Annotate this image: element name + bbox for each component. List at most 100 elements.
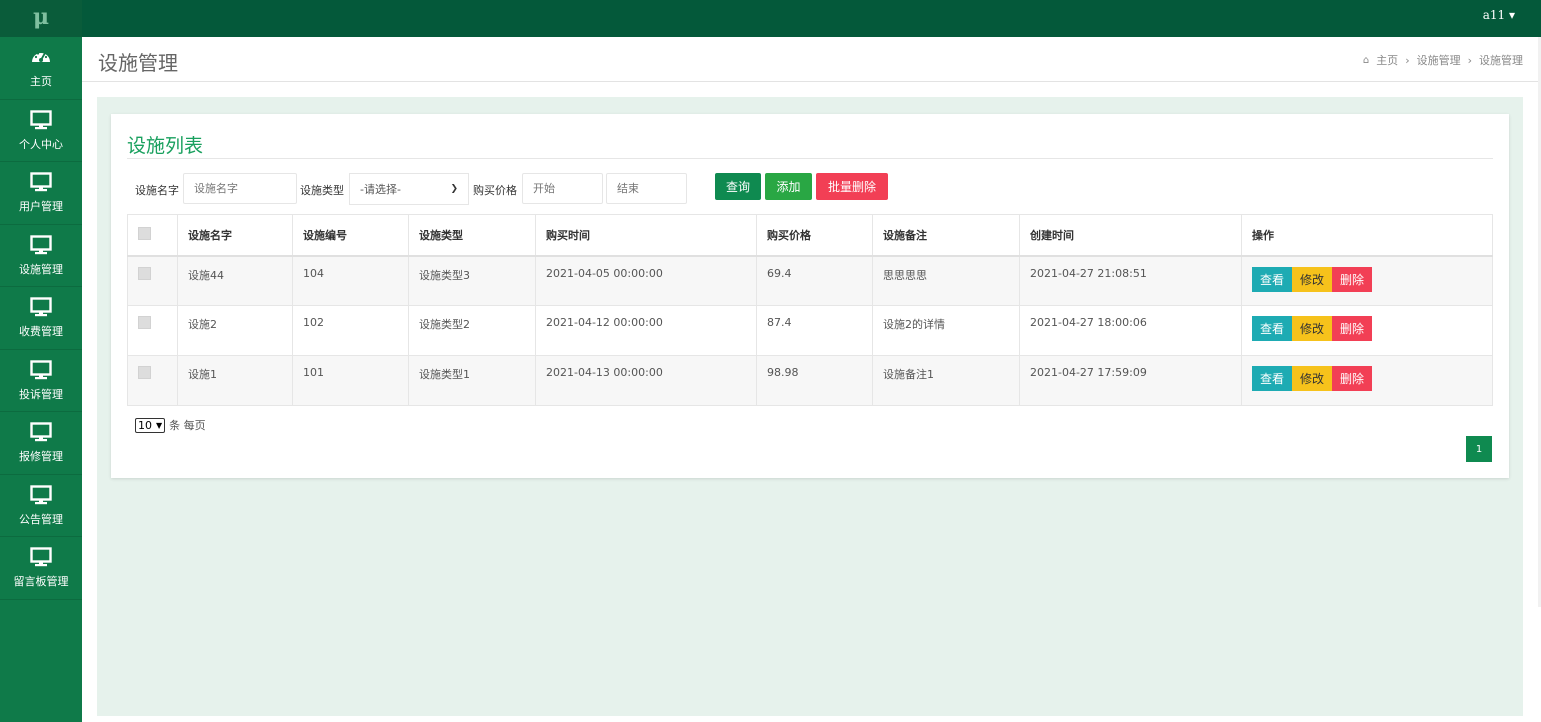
- sidebar-item[interactable]: 设施管理: [0, 225, 82, 287]
- table-header-row: 设施名字 设施编号 设施类型 购买时间 购买价格 设施备注 创建时间 操作: [127, 214, 1493, 257]
- monitor-icon: [30, 171, 52, 193]
- batch-delete-button[interactable]: 批量删除: [816, 173, 888, 200]
- chevron-down-icon: ❯: [450, 184, 458, 194]
- page-size-select[interactable]: 10 ▼: [135, 417, 166, 433]
- table-cell: 2021-04-05 00:00:00: [535, 255, 757, 306]
- dashboard-icon: [30, 46, 52, 68]
- table-row: 设施44 104 设施类型3 2021-04-05 00:00:00 69.4 思思思思 2…: [127, 255, 1493, 306]
- page-size-value: 10: [138, 418, 152, 432]
- row-checkbox[interactable]: [138, 366, 151, 379]
- sidebar-item-label: 个人中心: [19, 137, 63, 151]
- sidebar-item[interactable]: 主页: [0, 37, 82, 100]
- delete-button[interactable]: 删除: [1332, 266, 1373, 292]
- table-cell: 2021-04-27 18:00:06: [1019, 305, 1242, 356]
- view-button[interactable]: 查看: [1252, 366, 1293, 391]
- topbar: a11 ▾: [82, 0, 1541, 37]
- price-end-input[interactable]: [606, 173, 687, 204]
- divider: [127, 158, 1493, 159]
- select-all-cell: [127, 214, 178, 257]
- sidebar-item-label: 留言板管理: [13, 575, 69, 589]
- sidebar-item[interactable]: 报修管理: [0, 412, 82, 475]
- table-cell: 设施类型2: [408, 305, 536, 356]
- table-cell: 设施2: [177, 305, 293, 356]
- column-header: 设施名字: [177, 214, 293, 257]
- price-start-input[interactable]: [522, 173, 603, 204]
- edit-button[interactable]: 修改: [1292, 266, 1333, 292]
- delete-button[interactable]: 删除: [1332, 316, 1373, 341]
- sidebar-item[interactable]: 个人中心: [0, 100, 82, 162]
- add-button[interactable]: 添加: [765, 173, 812, 200]
- breadcrumb-home[interactable]: 主页: [1376, 52, 1398, 68]
- delete-button[interactable]: 删除: [1332, 366, 1373, 391]
- actions-cell: 查看 修改 删除: [1241, 355, 1493, 406]
- sidebar-item-label: 设施管理: [19, 262, 63, 276]
- row-checkbox[interactable]: [138, 316, 151, 329]
- facility-table: 设施名字 设施编号 设施类型 购买时间 购买价格 设施备注 创建时间 操作 设施…: [127, 214, 1493, 406]
- logo: μ: [0, 0, 82, 37]
- sidebar-item[interactable]: 公告管理: [0, 475, 82, 537]
- table-cell: 设施44: [177, 255, 293, 306]
- purchase-price-label: 购买价格: [473, 184, 517, 197]
- monitor-icon: [30, 484, 52, 506]
- table-cell: 设施2的详情: [872, 305, 1020, 356]
- edit-button[interactable]: 修改: [1292, 366, 1333, 391]
- page-size-suffix: 条 每页: [169, 419, 206, 432]
- sidebar-item-label: 报修管理: [19, 450, 63, 464]
- facility-type-select[interactable]: -请选择- ❯: [349, 173, 469, 205]
- column-header: 操作: [1241, 214, 1493, 257]
- table-cell: 101: [292, 355, 409, 406]
- table-row: 设施2 102 设施类型2 2021-04-12 00:00:00 87.4 设施2的详情…: [127, 305, 1493, 356]
- column-header: 购买时间: [535, 214, 757, 257]
- page-button-1[interactable]: 1: [1466, 436, 1492, 462]
- sidebar-item[interactable]: 用户管理: [0, 162, 82, 225]
- monitor-icon: [30, 296, 52, 318]
- table-cell: 87.4: [756, 305, 873, 356]
- monitor-icon: [30, 421, 52, 443]
- column-header: 购买价格: [756, 214, 873, 257]
- facility-name-input[interactable]: [183, 173, 297, 204]
- sidebar-item-label: 主页: [30, 75, 52, 89]
- table-cell: 设施1: [177, 355, 293, 406]
- view-button[interactable]: 查看: [1252, 266, 1293, 292]
- edit-button[interactable]: 修改: [1292, 316, 1333, 341]
- breadcrumb-separator: ›: [1405, 53, 1410, 67]
- facility-type-selected: -请选择-: [360, 183, 401, 196]
- user-menu[interactable]: a11 ▾: [1483, 8, 1515, 22]
- row-select-cell: [127, 305, 178, 356]
- facility-name-label: 设施名字: [135, 184, 179, 197]
- monitor-icon: [30, 359, 52, 381]
- row-select-cell: [127, 255, 178, 306]
- column-header: 设施备注: [872, 214, 1020, 257]
- sidebar-item[interactable]: 收费管理: [0, 287, 82, 350]
- view-button[interactable]: 查看: [1252, 316, 1293, 341]
- table-cell: 2021-04-27 21:08:51: [1019, 255, 1242, 306]
- row-select-cell: [127, 355, 178, 406]
- chevron-down-icon: ▼: [156, 420, 163, 430]
- table-cell: 设施类型3: [408, 255, 536, 306]
- sidebar-item-label: 投诉管理: [19, 387, 63, 401]
- table-cell: 设施备注1: [872, 355, 1020, 406]
- select-all-checkbox[interactable]: [138, 226, 151, 240]
- sidebar-item-label: 收费管理: [19, 325, 63, 339]
- table-cell: 2021-04-12 00:00:00: [535, 305, 757, 356]
- search-button[interactable]: 查询: [715, 173, 761, 200]
- page-title: 设施管理: [98, 51, 178, 75]
- monitor-icon: [30, 234, 52, 256]
- breadcrumb: ⌂ 主页 › 设施管理 › 设施管理: [1363, 52, 1523, 68]
- sidebar: μ 主页个人中心用户管理设施管理收费管理投诉管理报修管理公告管理留言板管理: [0, 0, 82, 722]
- monitor-icon: [30, 546, 52, 568]
- page-header: 设施管理 ⌂ 主页 › 设施管理 › 设施管理: [82, 37, 1541, 82]
- table-row: 设施1 101 设施类型1 2021-04-13 00:00:00 98.98 设施备注1…: [127, 355, 1493, 406]
- table-cell: 思思思思: [872, 255, 1020, 306]
- sidebar-item[interactable]: 留言板管理: [0, 537, 82, 600]
- sidebar-item[interactable]: 投诉管理: [0, 350, 82, 412]
- column-header: 创建时间: [1019, 214, 1242, 257]
- breadcrumb-separator: ›: [1467, 53, 1472, 67]
- table-cell: 102: [292, 305, 409, 356]
- row-checkbox[interactable]: [138, 266, 151, 280]
- home-icon: ⌂: [1362, 54, 1370, 66]
- table-cell: 2021-04-27 17:59:09: [1019, 355, 1242, 406]
- actions-cell: 查看 修改 删除: [1241, 305, 1493, 356]
- breadcrumb-facility-management[interactable]: 设施管理: [1417, 52, 1461, 68]
- page-size-control: 10 ▼ 条 每页: [135, 417, 206, 433]
